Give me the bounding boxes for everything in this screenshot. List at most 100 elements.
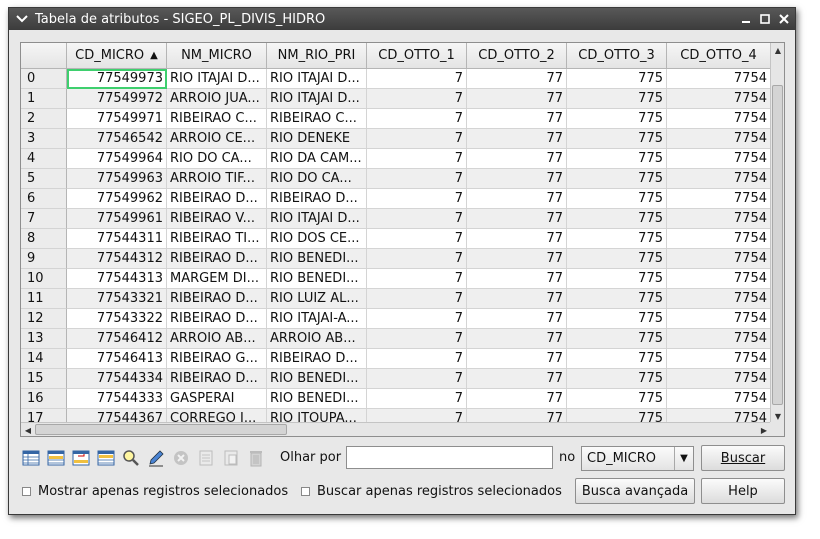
table-cell[interactable]: 7 (367, 309, 467, 329)
scroll-down-icon[interactable]: ▼ (771, 409, 784, 423)
table-cell[interactable]: 775 (567, 89, 667, 109)
table-cell[interactable]: 77 (467, 369, 567, 389)
table-cell[interactable]: 77544313 (67, 269, 167, 289)
table-cell[interactable]: RIO DA CAM... (267, 149, 367, 169)
table-cell[interactable]: MARGEM DI... (167, 269, 267, 289)
table-cell[interactable]: 77544367 (67, 409, 167, 423)
table-cell[interactable]: RIO BENEDI... (267, 389, 367, 409)
column-header-cd-otto-2[interactable]: CD_OTTO_2 (467, 43, 567, 69)
table-cell[interactable]: 7 (367, 409, 467, 423)
table-cell[interactable]: 7 (367, 249, 467, 269)
table-row[interactable]: 3 77546542 ARROIO CE... RIO DENEKE 7 77 775 775… (21, 129, 771, 149)
vertical-scroll-thumb[interactable] (772, 85, 783, 405)
table-cell[interactable]: 775 (567, 229, 667, 249)
table-cell[interactable]: 775 (567, 269, 667, 289)
table-cell[interactable]: RIBEIRAO D... (167, 289, 267, 309)
table-cell[interactable]: 77549971 (67, 109, 167, 129)
table-cell[interactable]: 7754 (667, 349, 771, 369)
checkbox-box[interactable] (22, 487, 31, 496)
table-cell[interactable]: RIO ITAJAI D... (267, 209, 367, 229)
row-header[interactable]: 5 (21, 169, 67, 189)
table-cell[interactable]: 7754 (667, 309, 771, 329)
search-selected-only-checkbox[interactable]: Buscar apenas registros selecionados (301, 484, 562, 499)
table-cell[interactable]: 7754 (667, 269, 771, 289)
table-row[interactable]: 15 77544334 RIBEIRAO D... RIO BENEDI... 7 77 7… (21, 369, 771, 389)
row-header[interactable]: 9 (21, 249, 67, 269)
table-cell[interactable]: 7754 (667, 89, 771, 109)
table-cell[interactable]: RIO BENEDI... (267, 269, 367, 289)
row-header[interactable]: 17 (21, 409, 67, 423)
table-cell[interactable]: 7 (367, 89, 467, 109)
table-cell[interactable]: 77 (467, 309, 567, 329)
row-header[interactable]: 16 (21, 389, 67, 409)
table-cell[interactable]: 7754 (667, 369, 771, 389)
window-menu-icon[interactable] (13, 15, 31, 23)
table-row[interactable]: 1 77549972 ARROIO JUA... RIO ITAJAI D... 7 77… (21, 89, 771, 109)
table-cell[interactable]: 7 (367, 349, 467, 369)
table-cell[interactable]: 775 (567, 169, 667, 189)
table-cell[interactable]: 7754 (667, 69, 771, 89)
row-header[interactable]: 8 (21, 229, 67, 249)
table-cell[interactable]: 7 (367, 69, 467, 89)
table-cell[interactable]: RIO ITAJAI-A... (267, 309, 367, 329)
row-header[interactable]: 13 (21, 329, 67, 349)
row-header[interactable]: 0 (21, 69, 67, 89)
table-row[interactable]: 6 77549962 RIBEIRAO D... RIBEIRAO D... 7 77 77… (21, 189, 771, 209)
search-button[interactable]: Buscar (701, 445, 785, 471)
table-cell[interactable]: 7754 (667, 329, 771, 349)
table-row[interactable]: 5 77549963 ARROIO TIF... RIO DO CA... 7 77 775… (21, 169, 771, 189)
table-cell[interactable]: 77 (467, 129, 567, 149)
table-row[interactable]: 2 77549971 RIBEIRAO C... RIBEIRAO C... 7 77 77… (21, 109, 771, 129)
table-cell[interactable]: RIBEIRAO TI... (167, 229, 267, 249)
table-cell[interactable]: 775 (567, 369, 667, 389)
select-rows-icon[interactable] (45, 447, 67, 469)
table-cell[interactable]: 775 (567, 309, 667, 329)
table-cell[interactable]: 77546412 (67, 329, 167, 349)
table-cell[interactable]: 77544312 (67, 249, 167, 269)
table-cell[interactable]: RIBEIRAO C... (167, 109, 267, 129)
table-cell[interactable]: 775 (567, 289, 667, 309)
table-cell[interactable]: 7 (367, 389, 467, 409)
table-cell[interactable]: ARROIO JUA... (167, 89, 267, 109)
table-cell[interactable]: 775 (567, 129, 667, 149)
table-cell[interactable]: 77549961 (67, 209, 167, 229)
column-header-nm-rio-pri[interactable]: NM_RIO_PRI (267, 43, 367, 69)
row-header[interactable]: 12 (21, 309, 67, 329)
table-cell[interactable]: 77 (467, 229, 567, 249)
invert-selection-icon[interactable] (70, 447, 92, 469)
table-cell[interactable]: RIBEIRAO C... (267, 109, 367, 129)
table-cell[interactable]: 7 (367, 149, 467, 169)
table-cell[interactable]: 77 (467, 69, 567, 89)
table-cell[interactable]: 7 (367, 209, 467, 229)
table-cell[interactable]: RIO LUIZ AL... (267, 289, 367, 309)
table-cell[interactable]: 7754 (667, 109, 771, 129)
table-cell[interactable]: 77544333 (67, 389, 167, 409)
table-row[interactable]: 11 77543321 RIBEIRAO D... RIO LUIZ AL... 7 77… (21, 289, 771, 309)
vertical-scrollbar[interactable]: ▲ ▼ (770, 43, 784, 423)
copy-icon[interactable] (195, 447, 217, 469)
horizontal-scroll-thumb[interactable] (35, 424, 287, 435)
table-row[interactable]: 12 77543322 RIBEIRAO D... RIO ITAJAI-A... 7 7… (21, 309, 771, 329)
table-cell[interactable]: 775 (567, 409, 667, 423)
move-to-top-icon[interactable] (95, 447, 117, 469)
table-cell[interactable]: 775 (567, 389, 667, 409)
table-row[interactable]: 14 77546413 RIBEIRAO G... RIBEIRAO D... 7 77 7… (21, 349, 771, 369)
table-cell[interactable]: 775 (567, 329, 667, 349)
scroll-up-icon[interactable]: ▲ (771, 43, 784, 57)
table-cell[interactable]: 7754 (667, 389, 771, 409)
table-cell[interactable]: 7754 (667, 209, 771, 229)
chevron-down-icon[interactable]: ▼ (674, 447, 693, 470)
table-cell[interactable]: 77 (467, 169, 567, 189)
table-cell[interactable]: 7754 (667, 129, 771, 149)
table-cell[interactable]: 77 (467, 249, 567, 269)
table-cell[interactable]: 775 (567, 69, 667, 89)
edit-icon[interactable] (145, 447, 167, 469)
table-cell[interactable]: 77 (467, 329, 567, 349)
table-cell[interactable]: 77 (467, 349, 567, 369)
table-cell[interactable]: 77 (467, 289, 567, 309)
search-input[interactable] (346, 446, 553, 469)
table-cell[interactable]: 7 (367, 169, 467, 189)
table-cell[interactable]: RIBEIRAO G... (167, 349, 267, 369)
table-cell[interactable]: 7 (367, 289, 467, 309)
table-cell[interactable]: 77544334 (67, 369, 167, 389)
